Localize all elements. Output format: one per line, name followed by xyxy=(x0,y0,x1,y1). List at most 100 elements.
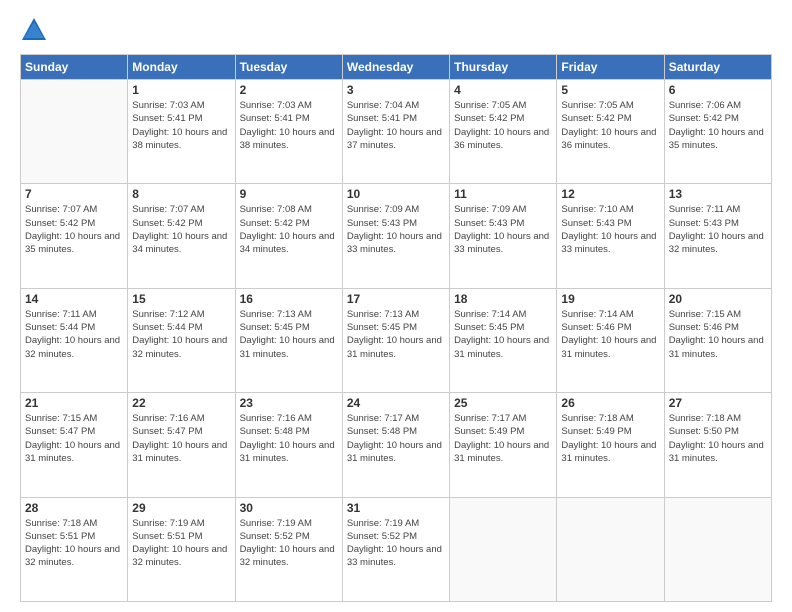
day-info: Sunrise: 7:15 AMSunset: 5:46 PMDaylight:… xyxy=(669,308,767,361)
weekday-header-tuesday: Tuesday xyxy=(235,55,342,80)
day-info: Sunrise: 7:05 AMSunset: 5:42 PMDaylight:… xyxy=(454,99,552,152)
calendar-cell: 9 Sunrise: 7:08 AMSunset: 5:42 PMDayligh… xyxy=(235,184,342,288)
day-number: 14 xyxy=(25,292,123,306)
day-number: 29 xyxy=(132,501,230,515)
day-info: Sunrise: 7:17 AMSunset: 5:49 PMDaylight:… xyxy=(454,412,552,465)
day-info: Sunrise: 7:18 AMSunset: 5:51 PMDaylight:… xyxy=(25,517,123,570)
calendar-cell: 7 Sunrise: 7:07 AMSunset: 5:42 PMDayligh… xyxy=(21,184,128,288)
calendar-cell: 20 Sunrise: 7:15 AMSunset: 5:46 PMDaylig… xyxy=(664,288,771,392)
calendar-cell xyxy=(664,497,771,601)
calendar-cell: 17 Sunrise: 7:13 AMSunset: 5:45 PMDaylig… xyxy=(342,288,449,392)
day-info: Sunrise: 7:05 AMSunset: 5:42 PMDaylight:… xyxy=(561,99,659,152)
day-number: 19 xyxy=(561,292,659,306)
calendar-cell: 24 Sunrise: 7:17 AMSunset: 5:48 PMDaylig… xyxy=(342,393,449,497)
calendar-header: SundayMondayTuesdayWednesdayThursdayFrid… xyxy=(21,55,772,80)
weekday-header-monday: Monday xyxy=(128,55,235,80)
calendar-week-5: 28 Sunrise: 7:18 AMSunset: 5:51 PMDaylig… xyxy=(21,497,772,601)
day-number: 13 xyxy=(669,187,767,201)
day-info: Sunrise: 7:19 AMSunset: 5:52 PMDaylight:… xyxy=(240,517,338,570)
day-number: 5 xyxy=(561,83,659,97)
day-number: 4 xyxy=(454,83,552,97)
day-info: Sunrise: 7:11 AMSunset: 5:43 PMDaylight:… xyxy=(669,203,767,256)
day-info: Sunrise: 7:12 AMSunset: 5:44 PMDaylight:… xyxy=(132,308,230,361)
day-info: Sunrise: 7:15 AMSunset: 5:47 PMDaylight:… xyxy=(25,412,123,465)
calendar-cell xyxy=(557,497,664,601)
calendar-cell xyxy=(21,80,128,184)
calendar-cell: 6 Sunrise: 7:06 AMSunset: 5:42 PMDayligh… xyxy=(664,80,771,184)
calendar-cell: 10 Sunrise: 7:09 AMSunset: 5:43 PMDaylig… xyxy=(342,184,449,288)
day-number: 17 xyxy=(347,292,445,306)
day-number: 6 xyxy=(669,83,767,97)
day-number: 26 xyxy=(561,396,659,410)
day-info: Sunrise: 7:03 AMSunset: 5:41 PMDaylight:… xyxy=(240,99,338,152)
weekday-header-friday: Friday xyxy=(557,55,664,80)
header xyxy=(20,16,772,44)
day-info: Sunrise: 7:19 AMSunset: 5:52 PMDaylight:… xyxy=(347,517,445,570)
day-info: Sunrise: 7:09 AMSunset: 5:43 PMDaylight:… xyxy=(347,203,445,256)
day-info: Sunrise: 7:10 AMSunset: 5:43 PMDaylight:… xyxy=(561,203,659,256)
day-info: Sunrise: 7:03 AMSunset: 5:41 PMDaylight:… xyxy=(132,99,230,152)
day-number: 31 xyxy=(347,501,445,515)
day-info: Sunrise: 7:14 AMSunset: 5:46 PMDaylight:… xyxy=(561,308,659,361)
day-info: Sunrise: 7:17 AMSunset: 5:48 PMDaylight:… xyxy=(347,412,445,465)
weekday-header-sunday: Sunday xyxy=(21,55,128,80)
logo xyxy=(20,16,52,44)
day-number: 16 xyxy=(240,292,338,306)
day-info: Sunrise: 7:13 AMSunset: 5:45 PMDaylight:… xyxy=(347,308,445,361)
calendar-cell: 30 Sunrise: 7:19 AMSunset: 5:52 PMDaylig… xyxy=(235,497,342,601)
day-number: 27 xyxy=(669,396,767,410)
calendar-cell: 29 Sunrise: 7:19 AMSunset: 5:51 PMDaylig… xyxy=(128,497,235,601)
calendar-cell: 5 Sunrise: 7:05 AMSunset: 5:42 PMDayligh… xyxy=(557,80,664,184)
calendar-cell: 12 Sunrise: 7:10 AMSunset: 5:43 PMDaylig… xyxy=(557,184,664,288)
day-number: 24 xyxy=(347,396,445,410)
day-number: 7 xyxy=(25,187,123,201)
day-info: Sunrise: 7:18 AMSunset: 5:50 PMDaylight:… xyxy=(669,412,767,465)
day-number: 28 xyxy=(25,501,123,515)
calendar-cell: 19 Sunrise: 7:14 AMSunset: 5:46 PMDaylig… xyxy=(557,288,664,392)
calendar-cell: 11 Sunrise: 7:09 AMSunset: 5:43 PMDaylig… xyxy=(450,184,557,288)
calendar-table: SundayMondayTuesdayWednesdayThursdayFrid… xyxy=(20,54,772,602)
day-info: Sunrise: 7:06 AMSunset: 5:42 PMDaylight:… xyxy=(669,99,767,152)
day-number: 2 xyxy=(240,83,338,97)
calendar-cell: 27 Sunrise: 7:18 AMSunset: 5:50 PMDaylig… xyxy=(664,393,771,497)
day-info: Sunrise: 7:09 AMSunset: 5:43 PMDaylight:… xyxy=(454,203,552,256)
day-number: 8 xyxy=(132,187,230,201)
page: SundayMondayTuesdayWednesdayThursdayFrid… xyxy=(0,0,792,612)
day-number: 23 xyxy=(240,396,338,410)
day-info: Sunrise: 7:07 AMSunset: 5:42 PMDaylight:… xyxy=(132,203,230,256)
day-info: Sunrise: 7:08 AMSunset: 5:42 PMDaylight:… xyxy=(240,203,338,256)
calendar-week-1: 1 Sunrise: 7:03 AMSunset: 5:41 PMDayligh… xyxy=(21,80,772,184)
calendar-cell: 22 Sunrise: 7:16 AMSunset: 5:47 PMDaylig… xyxy=(128,393,235,497)
day-number: 11 xyxy=(454,187,552,201)
day-info: Sunrise: 7:18 AMSunset: 5:49 PMDaylight:… xyxy=(561,412,659,465)
day-info: Sunrise: 7:14 AMSunset: 5:45 PMDaylight:… xyxy=(454,308,552,361)
day-info: Sunrise: 7:07 AMSunset: 5:42 PMDaylight:… xyxy=(25,203,123,256)
calendar-week-2: 7 Sunrise: 7:07 AMSunset: 5:42 PMDayligh… xyxy=(21,184,772,288)
weekday-header-thursday: Thursday xyxy=(450,55,557,80)
calendar-week-3: 14 Sunrise: 7:11 AMSunset: 5:44 PMDaylig… xyxy=(21,288,772,392)
day-number: 25 xyxy=(454,396,552,410)
calendar-cell: 4 Sunrise: 7:05 AMSunset: 5:42 PMDayligh… xyxy=(450,80,557,184)
day-number: 18 xyxy=(454,292,552,306)
calendar-cell: 1 Sunrise: 7:03 AMSunset: 5:41 PMDayligh… xyxy=(128,80,235,184)
calendar-cell: 28 Sunrise: 7:18 AMSunset: 5:51 PMDaylig… xyxy=(21,497,128,601)
calendar-cell: 23 Sunrise: 7:16 AMSunset: 5:48 PMDaylig… xyxy=(235,393,342,497)
calendar-week-4: 21 Sunrise: 7:15 AMSunset: 5:47 PMDaylig… xyxy=(21,393,772,497)
calendar-cell: 15 Sunrise: 7:12 AMSunset: 5:44 PMDaylig… xyxy=(128,288,235,392)
day-number: 3 xyxy=(347,83,445,97)
logo-icon xyxy=(20,16,48,44)
day-info: Sunrise: 7:11 AMSunset: 5:44 PMDaylight:… xyxy=(25,308,123,361)
calendar-cell: 31 Sunrise: 7:19 AMSunset: 5:52 PMDaylig… xyxy=(342,497,449,601)
day-info: Sunrise: 7:16 AMSunset: 5:48 PMDaylight:… xyxy=(240,412,338,465)
weekday-header-row: SundayMondayTuesdayWednesdayThursdayFrid… xyxy=(21,55,772,80)
calendar-cell: 21 Sunrise: 7:15 AMSunset: 5:47 PMDaylig… xyxy=(21,393,128,497)
calendar-cell: 2 Sunrise: 7:03 AMSunset: 5:41 PMDayligh… xyxy=(235,80,342,184)
day-info: Sunrise: 7:13 AMSunset: 5:45 PMDaylight:… xyxy=(240,308,338,361)
calendar-cell: 14 Sunrise: 7:11 AMSunset: 5:44 PMDaylig… xyxy=(21,288,128,392)
weekday-header-wednesday: Wednesday xyxy=(342,55,449,80)
calendar-cell: 8 Sunrise: 7:07 AMSunset: 5:42 PMDayligh… xyxy=(128,184,235,288)
calendar-body: 1 Sunrise: 7:03 AMSunset: 5:41 PMDayligh… xyxy=(21,80,772,602)
calendar-cell: 25 Sunrise: 7:17 AMSunset: 5:49 PMDaylig… xyxy=(450,393,557,497)
day-number: 1 xyxy=(132,83,230,97)
day-number: 20 xyxy=(669,292,767,306)
